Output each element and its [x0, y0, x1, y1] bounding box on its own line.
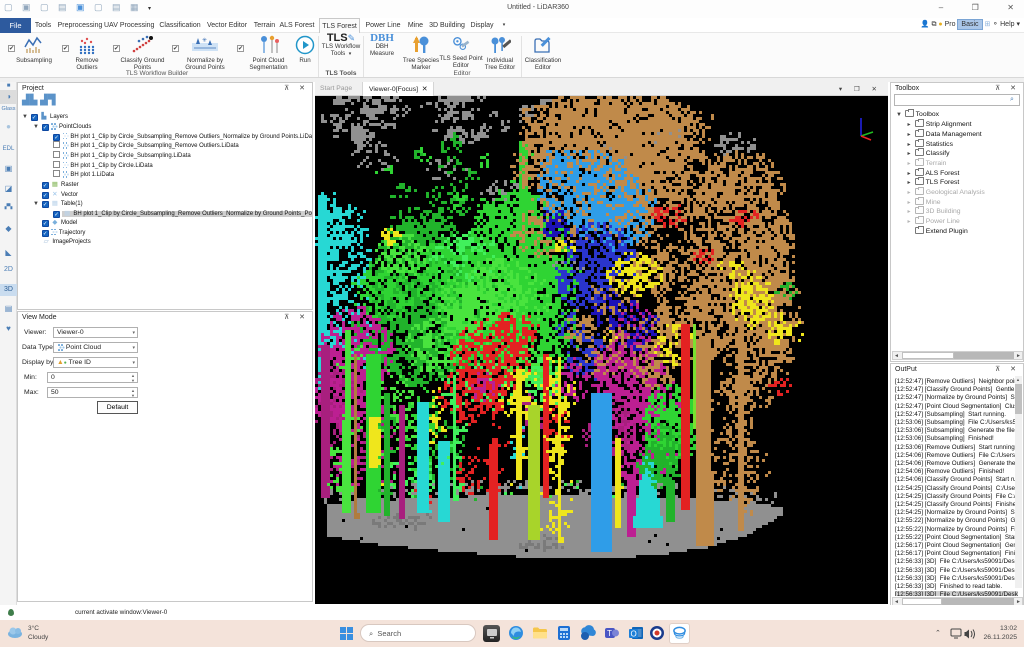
svg-text:✳: ✳	[202, 37, 207, 44]
svg-text:T: T	[607, 629, 612, 638]
svg-text:O: O	[630, 630, 636, 639]
